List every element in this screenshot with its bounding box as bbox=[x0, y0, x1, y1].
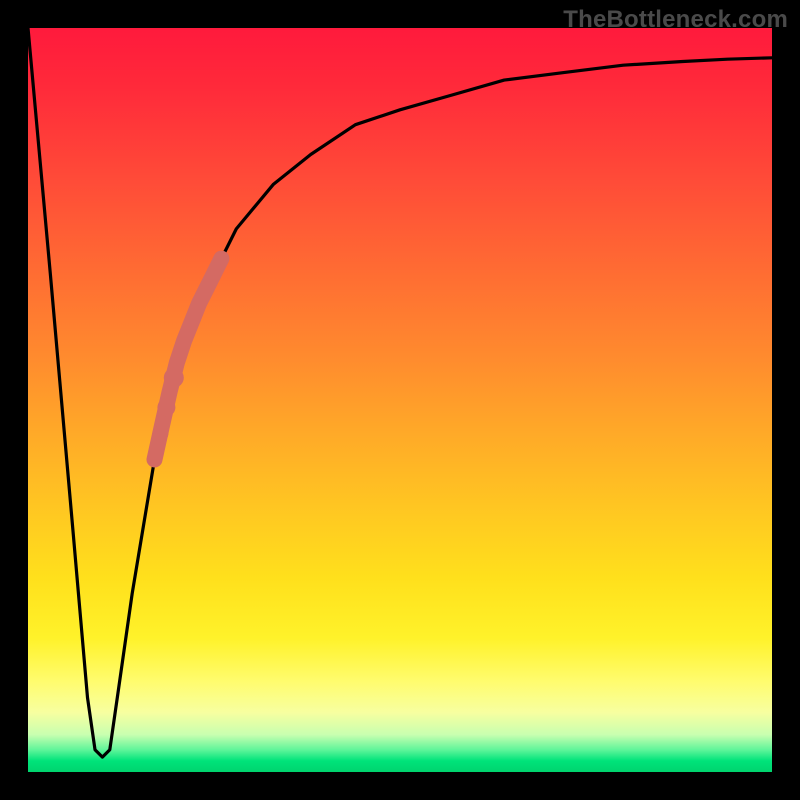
watermark-text: TheBottleneck.com bbox=[563, 6, 788, 34]
plot-area bbox=[28, 28, 772, 772]
marker-dot bbox=[164, 368, 184, 388]
marker-dot bbox=[157, 398, 175, 416]
bottleneck-curve bbox=[28, 28, 772, 757]
chart-frame: TheBottleneck.com bbox=[0, 0, 800, 800]
chart-svg bbox=[28, 28, 772, 772]
curve-group bbox=[28, 28, 772, 757]
marker-dot bbox=[152, 426, 168, 442]
